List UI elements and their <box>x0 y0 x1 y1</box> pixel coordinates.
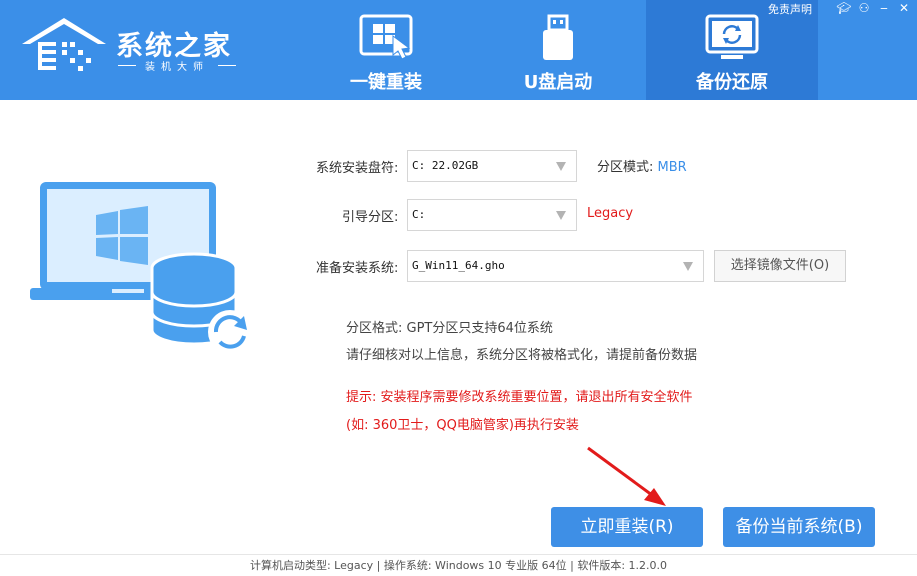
tab-one-click-reinstall[interactable]: 一键重装 <box>300 0 472 100</box>
graduation-cap-icon[interactable]: 🎓︎ <box>836 1 852 15</box>
system-image-label: 准备安装系统: <box>316 261 399 276</box>
system-disk-select[interactable]: C: 22.02GB <box>407 150 577 182</box>
backup-warning-note: 请仔细核对以上信息，系统分区将被格式化，请提前备份数据 <box>346 348 698 363</box>
boot-mode-value: Legacy <box>587 206 634 221</box>
boot-partition-label: 引导分区: <box>342 210 399 225</box>
tab-usb-boot[interactable]: U盘启动 <box>472 0 644 100</box>
system-image-select[interactable]: G_Win11_64.gho <box>407 250 704 282</box>
system-disk-label: 系统安装盘符: <box>316 161 399 176</box>
partition-mode: 分区模式: MBR <box>597 156 687 175</box>
tab-label: 一键重装 <box>350 72 422 93</box>
chevron-down-icon <box>683 262 693 271</box>
boot-partition-select[interactable]: C: <box>407 199 577 231</box>
pointer-arrow-icon <box>587 446 666 506</box>
reinstall-now-button[interactable]: 立即重装(R) <box>551 507 703 547</box>
footer-divider <box>0 554 917 555</box>
backup-system-button[interactable]: 备份当前系统(B) <box>723 507 875 547</box>
house-logo-icon <box>22 18 106 71</box>
users-icon[interactable]: ⚇ <box>856 1 872 15</box>
tab-label: U盘启动 <box>523 72 593 93</box>
status-footer: 计算机启动类型: Legacy | 操作系统: Windows 10 专业版 6… <box>249 559 668 572</box>
app-header: 系统之家 装机大师 一键重装 U盘启动 备份还原 免责声明 🎓︎ ⚇ ‒ ✕ <box>0 0 917 100</box>
partition-mode-value: MBR <box>657 160 687 175</box>
security-warning-line1: 提示: 安装程序需要修改系统重要位置，请退出所有安全软件 <box>346 390 693 405</box>
select-image-button[interactable]: 选择镜像文件(O) <box>714 250 846 282</box>
chevron-down-icon <box>556 211 566 220</box>
usb-drive-icon <box>543 14 573 60</box>
tab-label: 备份还原 <box>696 72 768 93</box>
close-icon[interactable]: ✕ <box>896 1 912 15</box>
chevron-down-icon <box>556 162 566 171</box>
boot-partition-value: C: <box>412 208 426 221</box>
brand-subtitle: 装机大师 <box>118 58 236 73</box>
brand-logo: 系统之家 装机大师 <box>18 14 238 76</box>
backup-restore-icon <box>705 14 759 59</box>
partition-format-note: 分区格式: GPT分区只支持64位系统 <box>346 321 553 336</box>
windows-install-icon <box>359 14 413 60</box>
system-disk-value: C: 22.02GB <box>412 159 479 172</box>
minimize-icon[interactable]: ‒ <box>876 1 892 15</box>
system-image-value: G_Win11_64.gho <box>412 259 505 272</box>
disclaimer-link[interactable]: 免责声明 <box>768 1 812 17</box>
security-warning-line2: (如: 360卫士，QQ电脑管家)再执行安装 <box>346 418 579 433</box>
laptop-database-illustration <box>30 182 252 354</box>
partition-mode-label: 分区模式: <box>597 160 654 175</box>
